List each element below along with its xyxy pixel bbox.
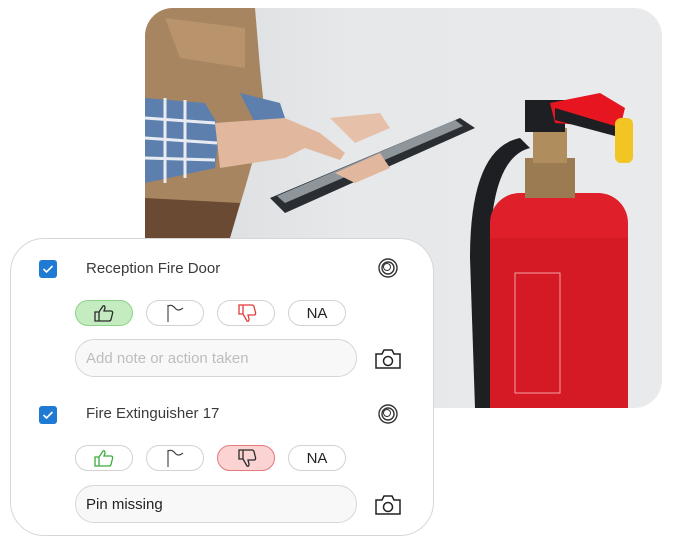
thumbs-down-icon: [238, 449, 257, 467]
check-icon: [42, 411, 54, 420]
checklist-card: Reception Fire Door NA Add note or actio…: [10, 238, 434, 536]
thumbs-down-icon: [238, 304, 257, 322]
check-icon: [42, 265, 54, 274]
target-icon[interactable]: [377, 257, 399, 279]
note-input[interactable]: Add note or action taken: [75, 339, 357, 377]
flag-button[interactable]: [146, 445, 204, 471]
camera-icon[interactable]: [374, 494, 402, 516]
flag-button[interactable]: [146, 300, 204, 326]
flag-icon: [167, 449, 184, 467]
note-input[interactable]: Pin missing: [75, 485, 357, 523]
fail-button[interactable]: [217, 300, 275, 326]
thumbs-up-icon: [94, 450, 114, 467]
na-button[interactable]: NA: [288, 300, 346, 326]
item-checkbox[interactable]: [39, 406, 57, 424]
na-button[interactable]: NA: [288, 445, 346, 471]
fail-button[interactable]: [217, 445, 275, 471]
pass-button[interactable]: [75, 300, 133, 326]
target-icon[interactable]: [377, 403, 399, 425]
flag-icon: [167, 304, 184, 322]
camera-icon[interactable]: [374, 348, 402, 370]
thumbs-up-icon: [94, 305, 114, 322]
item-title: Reception Fire Door: [86, 260, 221, 277]
pass-button[interactable]: [75, 445, 133, 471]
item-title: Fire Extinguisher 17: [86, 405, 220, 422]
item-checkbox[interactable]: [39, 260, 57, 278]
